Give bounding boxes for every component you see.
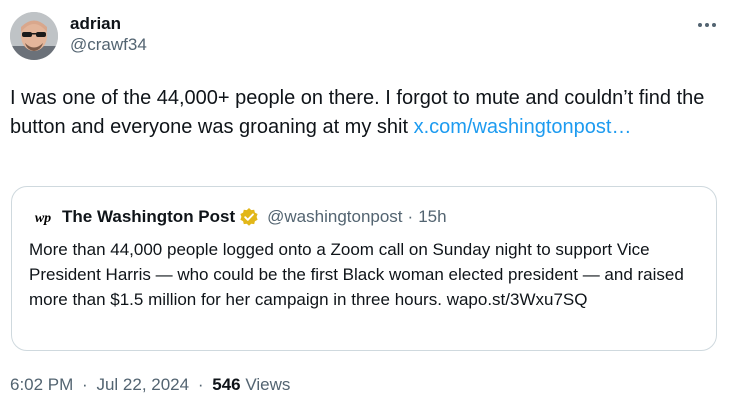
quote-header: wp The Washington Post @washingtonpost ·… — [32, 206, 447, 228]
tweet-date[interactable]: Jul 22, 2024 — [96, 375, 189, 394]
more-button[interactable] — [693, 14, 721, 36]
tweet-text: I was one of the 44,000+ people on there… — [10, 84, 715, 142]
verified-badge-icon — [239, 207, 259, 227]
quote-display-name[interactable]: The Washington Post — [62, 207, 235, 227]
tweet: adrian @crawf34 I was one of the 44,000+… — [0, 0, 731, 406]
quote-link[interactable]: wapo.st/3Wxu7SQ — [447, 290, 588, 309]
avatar[interactable] — [10, 12, 58, 60]
washington-post-logo-icon[interactable]: wp — [32, 206, 54, 228]
tweet-footer: 6:02 PM · Jul 22, 2024 · 546 Views — [10, 374, 290, 396]
avatar-photo — [10, 12, 58, 60]
more-horizontal-icon — [698, 23, 716, 27]
views-count[interactable]: 546 — [212, 375, 240, 394]
views-label: Views — [245, 375, 291, 394]
tweet-time[interactable]: 6:02 PM — [10, 375, 73, 394]
quoted-tweet[interactable]: wp The Washington Post @washingtonpost ·… — [11, 186, 717, 351]
author-handle[interactable]: @crawf34 — [70, 34, 147, 56]
author-display-name[interactable]: adrian — [70, 14, 147, 34]
user-block: adrian @crawf34 — [70, 14, 147, 56]
quote-time[interactable]: 15h — [418, 207, 446, 227]
quote-handle[interactable]: @washingtonpost — [267, 207, 402, 227]
footer-separator: · — [82, 375, 88, 394]
footer-separator: · — [197, 375, 204, 394]
tweet-link[interactable]: x.com/washingtonpost… — [414, 116, 632, 138]
quote-text: More than 44,000 people logged onto a Zo… — [29, 237, 709, 312]
quote-separator: · — [407, 207, 414, 226]
svg-text:wp: wp — [35, 211, 51, 226]
